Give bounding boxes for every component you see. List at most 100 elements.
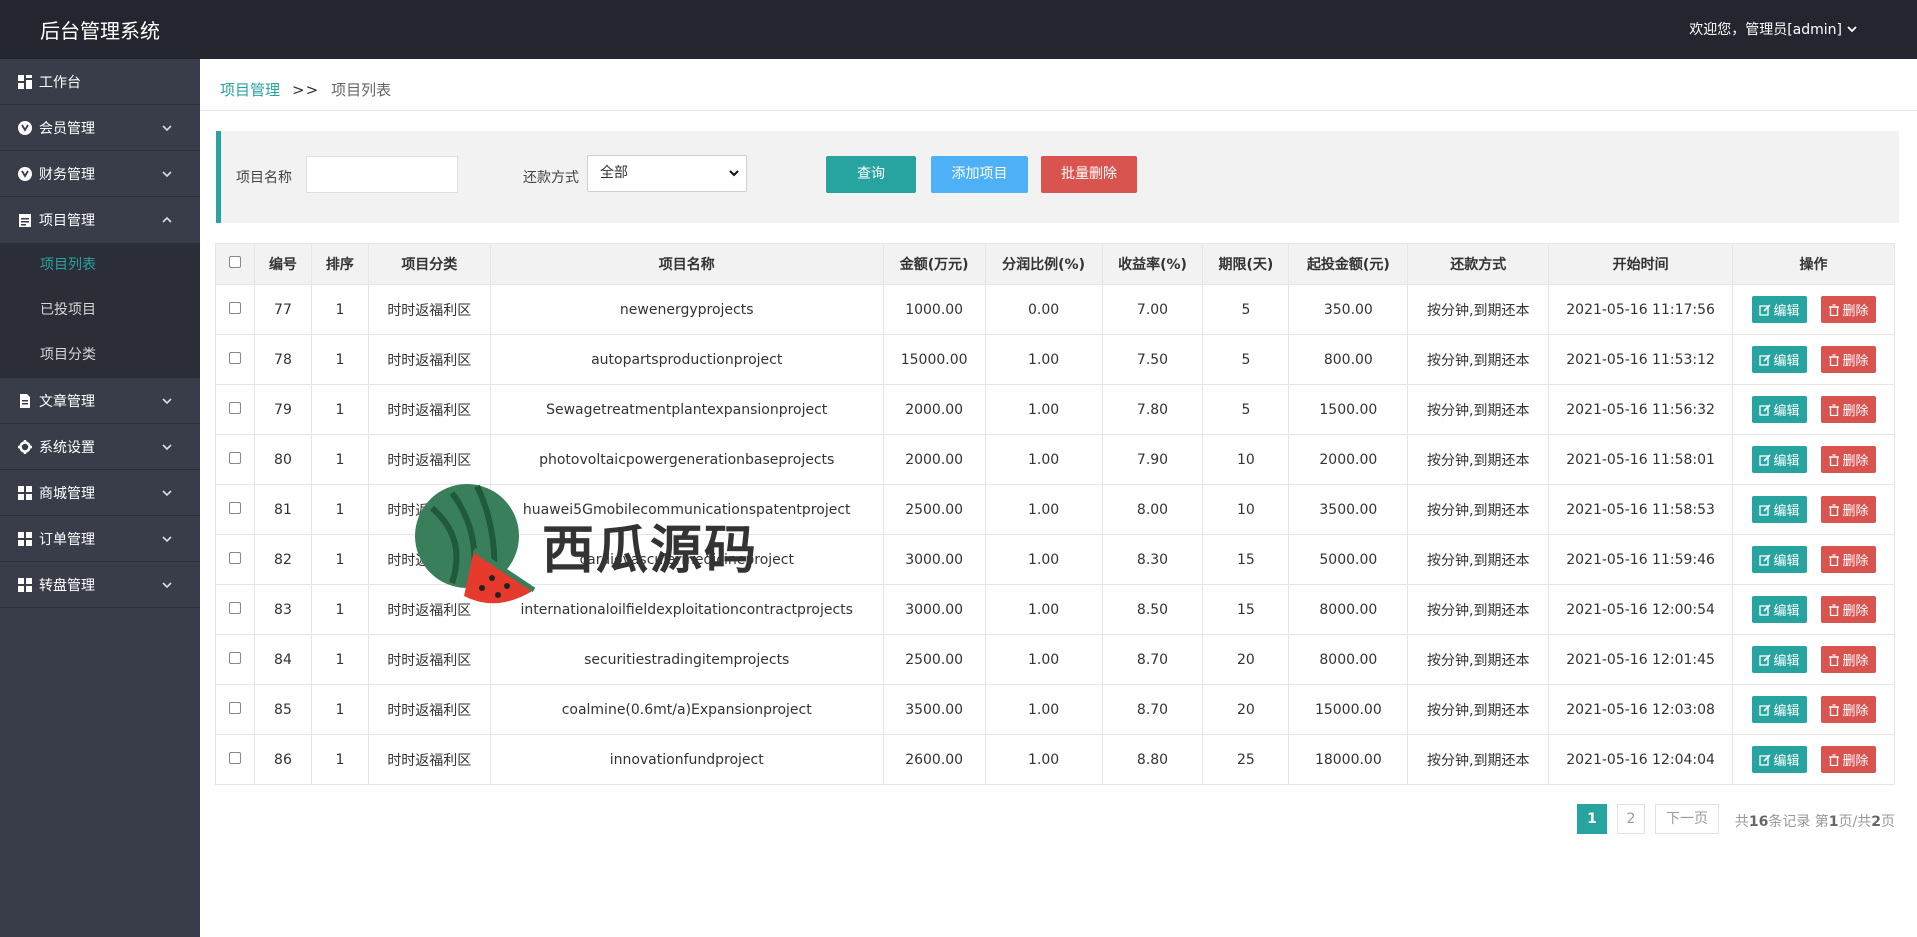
table-cell: 2000.00 <box>882 434 986 485</box>
page-1-button[interactable]: 1 <box>1577 804 1607 834</box>
delete-label: 删除 <box>1842 554 1869 569</box>
project-name-label: 项目名称 <box>236 170 292 186</box>
delete-button[interactable]: 删除 <box>1820 496 1876 523</box>
actions-cell: 编辑 删除 <box>1732 684 1895 735</box>
row-checkbox[interactable] <box>228 551 241 564</box>
table-cell: securitiestradingitemprojects <box>489 634 884 685</box>
actions-cell: 编辑 删除 <box>1732 584 1895 635</box>
delete-button[interactable]: 删除 <box>1820 646 1876 673</box>
table-cell: 按分钟,到期还本 <box>1407 584 1550 635</box>
table-cell: 7.50 <box>1101 334 1204 385</box>
table-header-row: 编号 排序 项目分类 项目名称 金额(万元) 分润比例(%) 收益率(%) 期限… <box>215 243 1895 285</box>
edit-label: 编辑 <box>1773 754 1800 769</box>
table-cell: 时时返福利区 <box>367 434 491 485</box>
edit-button[interactable]: 编辑 <box>1751 646 1807 673</box>
row-checkbox[interactable] <box>228 751 241 764</box>
table-row: 78 1 时时返福利区 autopartsproductionproject 15000… <box>215 334 1895 385</box>
table-cell: photovoltaicpowergenerationbaseprojects <box>489 434 884 485</box>
row-checkbox[interactable] <box>228 301 241 314</box>
user-menu[interactable]: 欢迎您，管理员[admin] <box>1689 19 1859 39</box>
delete-button[interactable]: 删除 <box>1820 596 1876 623</box>
dashboard-icon <box>17 74 32 89</box>
table-cell: 10 <box>1202 484 1290 535</box>
edit-button[interactable]: 编辑 <box>1751 696 1807 723</box>
top-bar: 后台管理系统 欢迎您，管理员[admin] <box>0 0 1917 59</box>
table-cell: 2600.00 <box>882 734 986 785</box>
table-cell: 20 <box>1202 684 1290 735</box>
edit-button[interactable]: 编辑 <box>1751 396 1807 423</box>
table-cell: 时时返福利区 <box>367 684 491 735</box>
edit-button[interactable]: 编辑 <box>1751 496 1807 523</box>
table-cell: 1.00 <box>984 634 1103 685</box>
trash-icon <box>1828 653 1843 666</box>
row-select-cell <box>215 634 255 685</box>
project-table: 编号 排序 项目分类 项目名称 金额(万元) 分润比例(%) 收益率(%) 期限… <box>215 243 1895 785</box>
edit-button[interactable]: 编辑 <box>1751 296 1807 323</box>
table-cell: 8.30 <box>1101 534 1204 585</box>
delete-label: 删除 <box>1842 404 1869 419</box>
row-checkbox[interactable] <box>228 401 241 414</box>
delete-button[interactable]: 删除 <box>1820 696 1876 723</box>
sidebar-item-members[interactable]: 会员管理 <box>0 105 200 151</box>
sidebar-item-finance[interactable]: 财务管理 <box>0 151 200 197</box>
sidebar-subitem-project-list[interactable]: 项目列表 <box>0 243 200 288</box>
trash-icon <box>1828 453 1843 466</box>
sidebar-item-articles[interactable]: 文章管理 <box>0 378 200 424</box>
sidebar-item-projects[interactable]: 项目管理 <box>0 197 200 243</box>
delete-button[interactable]: 删除 <box>1820 396 1876 423</box>
row-checkbox[interactable] <box>228 601 241 614</box>
grid-icon <box>17 531 32 546</box>
sidebar-item-orders[interactable]: 订单管理 <box>0 516 200 562</box>
next-page-button[interactable]: 下一页 <box>1655 804 1719 834</box>
table-cell: 2021-05-16 11:17:56 <box>1548 284 1734 335</box>
edit-button[interactable]: 编辑 <box>1751 746 1807 773</box>
delete-button[interactable]: 删除 <box>1820 346 1876 373</box>
actions-cell: 编辑 删除 <box>1732 634 1895 685</box>
delete-button[interactable]: 删除 <box>1820 546 1876 573</box>
sidebar-item-dashboard[interactable]: 工作台 <box>0 59 200 105</box>
trash-icon <box>1828 703 1843 716</box>
table-cell: 2000.00 <box>882 384 986 435</box>
sidebar-item-mall[interactable]: 商城管理 <box>0 470 200 516</box>
sidebar-item-settings[interactable]: 系统设置 <box>0 424 200 470</box>
query-button[interactable]: 查询 <box>826 156 916 193</box>
delete-button[interactable]: 删除 <box>1820 296 1876 323</box>
current-page: 1 <box>1828 814 1839 830</box>
row-checkbox[interactable] <box>228 701 241 714</box>
delete-button[interactable]: 删除 <box>1820 746 1876 773</box>
sidebar-subitem-project-categories[interactable]: 项目分类 <box>0 333 200 378</box>
edit-icon <box>1758 303 1774 316</box>
table-cell: 20 <box>1202 634 1290 685</box>
sidebar-item-label: 订单管理 <box>39 531 95 548</box>
delete-label: 删除 <box>1842 654 1869 669</box>
project-name-input[interactable] <box>306 156 458 193</box>
edit-button[interactable]: 编辑 <box>1751 596 1807 623</box>
table-cell: 86 <box>253 734 312 785</box>
edit-icon <box>1758 553 1774 566</box>
table-row: 84 1 时时返福利区 securitiestradingitemprojects 25… <box>215 634 1895 685</box>
row-checkbox[interactable] <box>228 651 241 664</box>
main-content: 项目管理 >> 项目列表 项目名称 还款方式 全部 查询 添加项目 批量删除 编号 … <box>200 59 1917 937</box>
table-row: 81 1 时时返福利区 huawei5Gmobilecommunicationspat… <box>215 484 1895 535</box>
row-checkbox[interactable] <box>228 351 241 364</box>
edit-button[interactable]: 编辑 <box>1751 546 1807 573</box>
edit-icon <box>1758 453 1774 466</box>
table-cell: 5000.00 <box>1288 534 1409 585</box>
sidebar-subitem-invested-projects[interactable]: 已投项目 <box>0 288 200 333</box>
add-project-button[interactable]: 添加项目 <box>931 156 1028 193</box>
breadcrumb-parent-link[interactable]: 项目管理 <box>220 81 280 99</box>
row-checkbox[interactable] <box>228 501 241 514</box>
edit-button[interactable]: 编辑 <box>1751 446 1807 473</box>
batch-delete-button[interactable]: 批量删除 <box>1041 156 1137 193</box>
table-cell: 3000.00 <box>882 584 986 635</box>
sidebar-item-turntable[interactable]: 转盘管理 <box>0 562 200 608</box>
edit-button[interactable]: 编辑 <box>1751 346 1807 373</box>
chevron-down-icon <box>162 582 172 589</box>
page-2-button[interactable]: 2 <box>1617 804 1645 834</box>
repay-method-select[interactable]: 全部 <box>587 155 747 192</box>
row-select-cell <box>215 584 255 635</box>
row-checkbox[interactable] <box>228 451 241 464</box>
delete-button[interactable]: 删除 <box>1820 446 1876 473</box>
select-all-checkbox[interactable] <box>228 256 241 268</box>
table-cell: 按分钟,到期还本 <box>1407 384 1550 435</box>
